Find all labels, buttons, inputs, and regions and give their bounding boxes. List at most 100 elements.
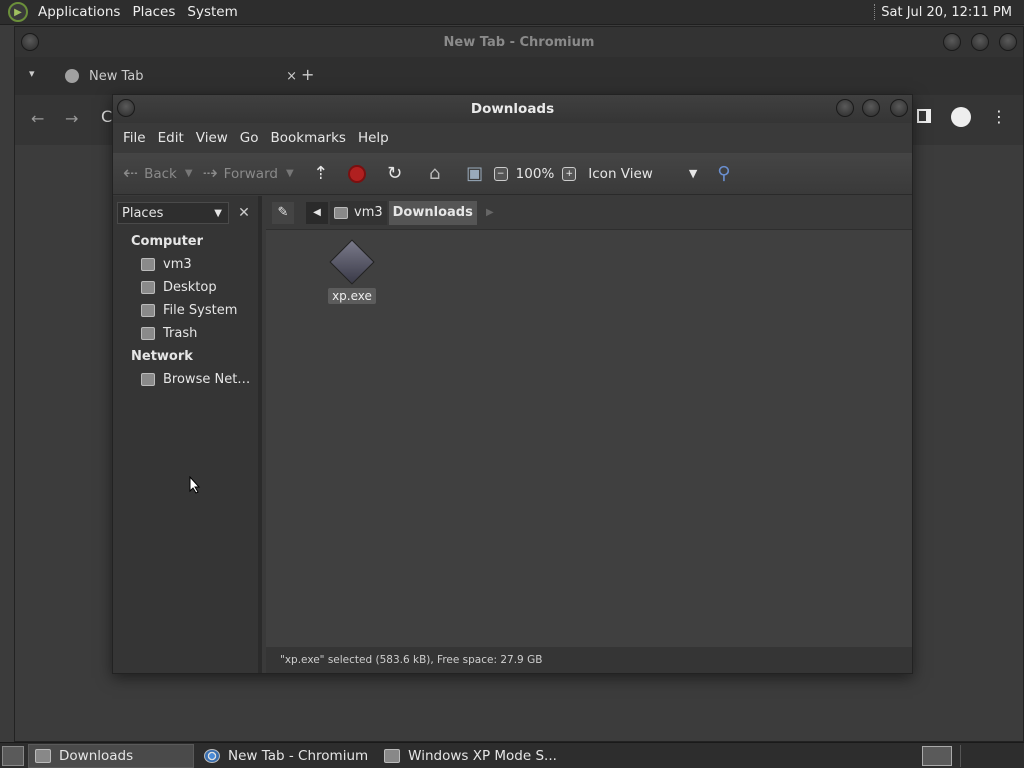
tab-search-chevron-icon[interactable]: ▾ <box>29 67 35 80</box>
menu-go[interactable]: Go <box>234 130 265 146</box>
tab-close-icon[interactable]: × <box>286 69 297 84</box>
side-panel-icon[interactable] <box>917 109 931 123</box>
sidebar-item-vm3[interactable]: vm3 <box>141 257 192 272</box>
window-menu-button[interactable] <box>21 33 39 51</box>
home-folder-icon <box>141 258 155 271</box>
home-folder-icon[interactable]: ⌂ <box>424 163 446 185</box>
chromium-icon <box>204 748 220 763</box>
home-folder-icon <box>334 206 348 219</box>
tab-new-tab[interactable]: New Tab × <box>55 59 305 93</box>
sidebar-item-file-system[interactable]: File System <box>141 303 237 318</box>
forward-history-chevron-icon[interactable]: ▼ <box>286 168 294 179</box>
minimize-button[interactable] <box>943 33 961 51</box>
profile-avatar-icon[interactable] <box>951 107 971 127</box>
fm-title: Downloads <box>470 101 555 117</box>
stop-button[interactable] <box>346 163 368 185</box>
file-manager-window: Downloads File Edit View Go Bookmarks He… <box>112 94 913 674</box>
computer-icon[interactable]: ▣ <box>464 163 486 185</box>
back-history-chevron-icon[interactable]: ▼ <box>185 168 193 179</box>
tab-strip: ▾ New Tab × + <box>15 57 1023 95</box>
taskbar-item-chromium[interactable]: New Tab - Chromium <box>198 744 374 768</box>
search-icon[interactable]: ⚲ <box>717 163 730 184</box>
fm-toolbar: ⇠ Back ▼ ⇢ Forward ▼ ⇡ ↻ ⌂ ▣ − 100% + Ic… <box>113 153 912 195</box>
taskbar-item-xp-mode[interactable]: Windows XP Mode S... <box>378 744 563 768</box>
back-arrow-icon[interactable]: ← <box>31 109 44 128</box>
status-text: "xp.exe" selected (583.6 kB), Free space… <box>280 654 543 666</box>
sidebar-item-label: Browse Net… <box>163 372 251 387</box>
sidebar-selector-label: Places <box>122 205 164 221</box>
close-sidebar-icon[interactable]: ✕ <box>233 202 255 224</box>
forward-arrow-icon[interactable]: → <box>65 109 78 128</box>
forward-button[interactable]: ⇢ Forward ▼ <box>203 163 304 184</box>
bottom-panel: Downloads New Tab - Chromium Windows XP … <box>0 742 1024 768</box>
menu-view[interactable]: View <box>190 130 234 146</box>
back-button[interactable]: ⇠ Back ▼ <box>123 163 203 184</box>
zoom-in-icon[interactable]: + <box>562 166 577 181</box>
forward-arrow-icon: ⇢ <box>202 163 218 184</box>
close-button[interactable] <box>999 33 1017 51</box>
menu-system[interactable]: System <box>181 4 243 20</box>
zoom-out-icon[interactable]: − <box>493 166 508 181</box>
back-label: Back <box>144 165 177 182</box>
globe-icon <box>65 69 79 83</box>
forward-label: Forward <box>223 165 278 182</box>
breadcrumb-label: Downloads <box>392 205 473 220</box>
view-mode-select[interactable]: Icon View <box>588 166 653 182</box>
menu-help[interactable]: Help <box>352 130 395 146</box>
status-bar: "xp.exe" selected (583.6 kB), Free space… <box>266 647 912 673</box>
fm-maximize-button[interactable] <box>862 99 880 117</box>
pathbar-left-arrow-icon[interactable]: ◀ <box>306 201 328 224</box>
breadcrumb-downloads[interactable]: Downloads <box>388 200 477 225</box>
fm-body: Places ▼ ✕ Computer vm3 Desktop File Sys… <box>113 196 912 673</box>
sidebar-selector[interactable]: Places ▼ <box>117 202 229 224</box>
sidebar-item-browse-network[interactable]: Browse Net… <box>141 372 250 387</box>
taskbar-item-downloads[interactable]: Downloads <box>28 743 194 768</box>
fm-minimize-button[interactable] <box>836 99 854 117</box>
show-desktop-icon[interactable] <box>2 745 24 766</box>
sidebar: Places ▼ ✕ Computer vm3 Desktop File Sys… <box>113 196 262 673</box>
up-arrow-icon[interactable]: ⇡ <box>310 163 332 185</box>
menu-edit[interactable]: Edit <box>152 130 190 146</box>
menu-bookmarks[interactable]: Bookmarks <box>265 130 352 146</box>
panel-separator <box>874 4 876 20</box>
workspace-switcher-1[interactable] <box>922 745 952 766</box>
tab-label: New Tab <box>89 68 144 84</box>
file-item[interactable]: xp.exe <box>328 239 376 304</box>
menu-file[interactable]: File <box>117 130 152 146</box>
folder-icon <box>35 748 51 763</box>
back-arrow-icon: ⇠ <box>123 163 139 184</box>
clock[interactable]: Sat Jul 20, 12:11 PM <box>881 5 1024 20</box>
pathbar-right-arrow-icon[interactable]: ▶ <box>481 202 499 224</box>
new-tab-button[interactable]: + <box>301 65 314 84</box>
fm-window-menu-button[interactable] <box>117 99 135 117</box>
stop-icon <box>347 164 366 183</box>
menu-applications[interactable]: Applications <box>32 4 126 20</box>
sidebar-item-trash[interactable]: Trash <box>141 326 197 341</box>
taskbar-item-label: Downloads <box>59 747 134 764</box>
fm-close-button[interactable] <box>890 99 908 117</box>
workspace-switcher-2[interactable] <box>960 744 1020 767</box>
mouse-cursor-icon <box>189 476 201 494</box>
sidebar-item-desktop[interactable]: Desktop <box>141 280 217 295</box>
sidebar-item-label: Trash <box>163 326 198 341</box>
reload-icon[interactable]: ↻ <box>384 163 406 185</box>
fm-menubar: File Edit View Go Bookmarks Help <box>113 123 912 153</box>
breadcrumb-vm3[interactable]: vm3 <box>330 200 387 225</box>
trash-icon <box>141 327 155 340</box>
maximize-button[interactable] <box>971 33 989 51</box>
applications-logo-icon[interactable]: ▶ <box>8 2 28 22</box>
reload-icon[interactable]: C <box>101 107 112 126</box>
file-view[interactable]: xp.exe <box>266 229 912 647</box>
desktop-folder-icon <box>141 281 155 294</box>
menu-places[interactable]: Places <box>126 4 181 20</box>
fm-titlebar[interactable]: Downloads <box>113 95 912 123</box>
network-icon <box>141 373 155 386</box>
chromium-titlebar[interactable]: New Tab - Chromium <box>15 27 1023 57</box>
location-edit-icon[interactable]: ✎ <box>272 201 294 224</box>
taskbar-item-label: New Tab - Chromium <box>228 747 369 764</box>
view-mode-chevron-icon[interactable]: ▼ <box>689 167 697 180</box>
sidebar-item-label: File System <box>163 303 238 318</box>
sidebar-item-label: Desktop <box>163 280 217 295</box>
more-menu-icon[interactable]: ⋮ <box>991 107 1007 126</box>
file-name: xp.exe <box>328 288 376 304</box>
